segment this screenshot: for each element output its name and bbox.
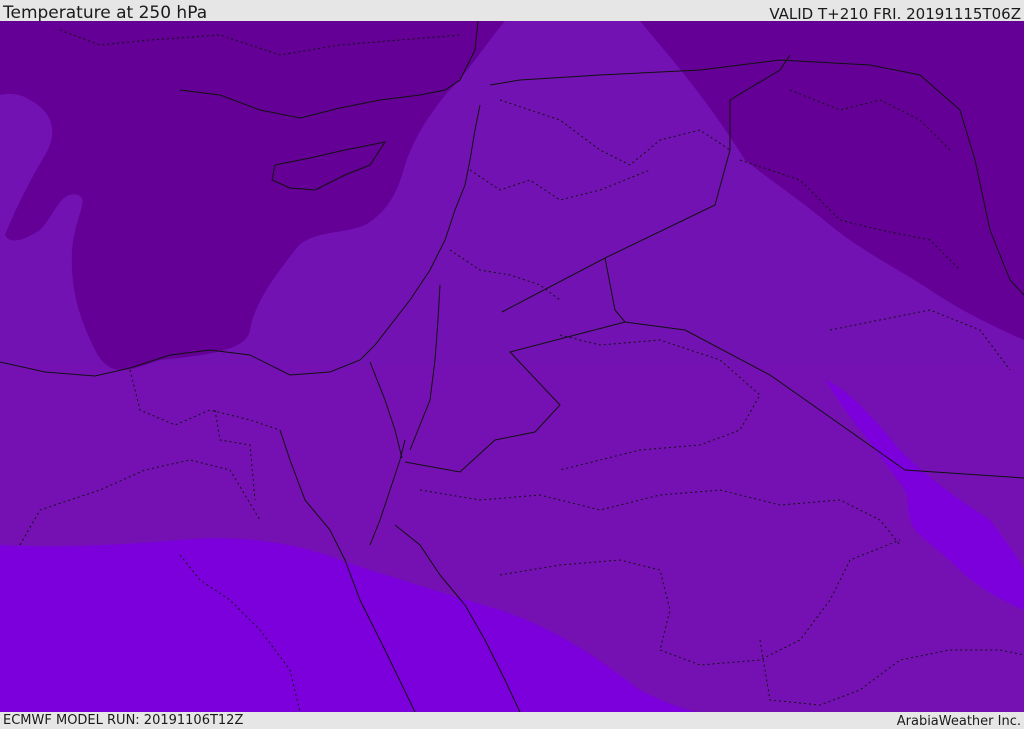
credit-label: ArabiaWeather Inc. xyxy=(896,714,1021,729)
model-run-label: ECMWF MODEL RUN: 20191106T12Z xyxy=(3,713,244,728)
footer-bar: ECMWF MODEL RUN: 20191106T12Z ArabiaWeat… xyxy=(0,712,1024,729)
header-bar: Temperature at 250 hPa VALID T+210 FRI. … xyxy=(0,0,1024,21)
map-title: Temperature at 250 hPa xyxy=(3,3,208,21)
temperature-map[interactable] xyxy=(0,21,1024,712)
valid-time: VALID T+210 FRI. 20191115T06Z xyxy=(769,5,1021,21)
